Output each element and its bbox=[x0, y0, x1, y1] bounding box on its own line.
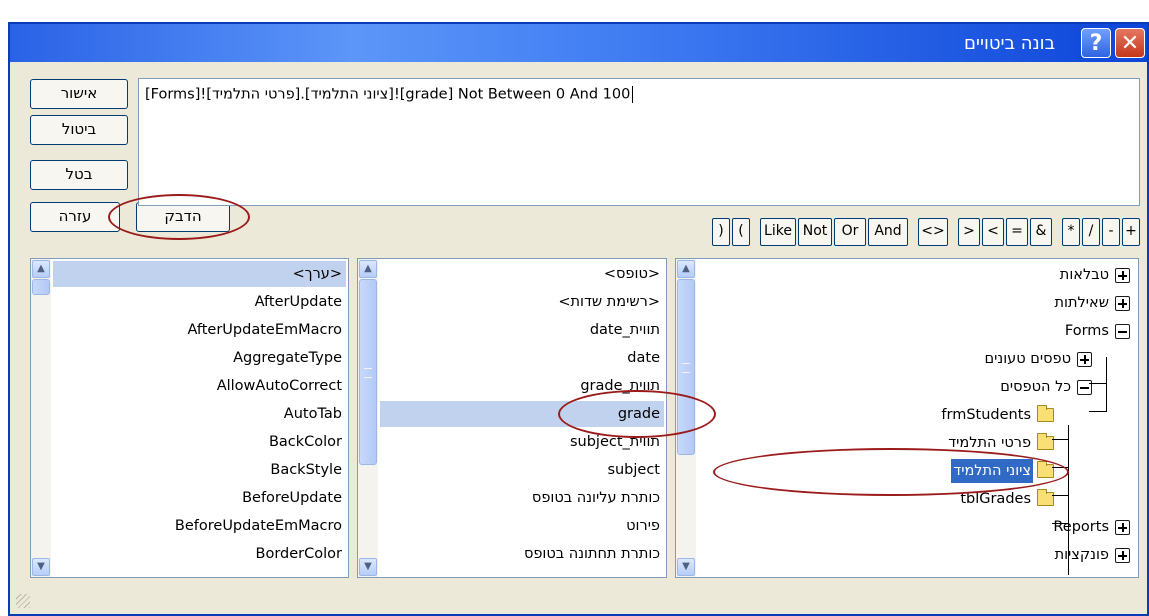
folder-icon bbox=[1037, 405, 1054, 422]
tree-connector-line bbox=[1052, 495, 1069, 496]
collapse-minus-icon[interactable] bbox=[1115, 323, 1130, 339]
operator-button[interactable]: / bbox=[1082, 218, 1100, 246]
tree-connector-line bbox=[1106, 357, 1107, 411]
expand-plus-icon[interactable] bbox=[1115, 295, 1130, 311]
field-list-item[interactable]: תווית_date bbox=[380, 317, 664, 343]
title-bar[interactable]: בונה ביטויים ? ✕ bbox=[10, 24, 1147, 62]
expression-textbox[interactable]: [Forms]![פרטי התלמיד].[ציוני התלמיד]![gr… bbox=[138, 78, 1140, 206]
tree-item[interactable]: פונקציות bbox=[1053, 543, 1130, 567]
operator-button[interactable]: * bbox=[1062, 218, 1080, 246]
collapse-minus-icon[interactable] bbox=[1077, 379, 1092, 395]
expand-plus-icon[interactable] bbox=[1115, 267, 1130, 283]
scroll-down-icon[interactable]: ▼ bbox=[32, 558, 50, 576]
window-title: בונה ביטויים bbox=[963, 33, 1055, 54]
properties-list[interactable]: ▲ ▼ <ערך> AfterUpdate AfterUpdateEmMacro Ag… bbox=[30, 258, 349, 578]
tree-item-label: שאילתות bbox=[1054, 295, 1109, 311]
properties-scrollbar[interactable]: ▲ ▼ bbox=[31, 259, 51, 577]
property-list-item[interactable]: <ערך> bbox=[53, 261, 346, 287]
tree-connector-line bbox=[1089, 383, 1107, 384]
close-icon[interactable]: ✕ bbox=[1115, 28, 1145, 58]
field-list-item[interactable]: כותרת תחתונה בטופס bbox=[380, 541, 664, 567]
operator-button[interactable]: Like bbox=[760, 218, 796, 246]
expression-text: [Forms]![פרטי התלמיד].[ציוני התלמיד]![gr… bbox=[145, 86, 634, 103]
tree-item[interactable]: כל הטפסים bbox=[998, 375, 1092, 399]
tree-item[interactable]: שאילתות bbox=[1053, 291, 1130, 315]
operator-button[interactable]: = bbox=[1006, 218, 1028, 246]
tree-item[interactable]: frmStudents bbox=[939, 403, 1054, 427]
scroll-thumb[interactable] bbox=[359, 279, 377, 465]
property-list-item[interactable]: AfterUpdate bbox=[53, 289, 346, 315]
help-icon[interactable]: ? bbox=[1081, 28, 1111, 58]
tree-item-label: טבלאות bbox=[1059, 267, 1109, 283]
help-button[interactable]: עזרה bbox=[30, 202, 120, 232]
scroll-thumb[interactable] bbox=[32, 279, 50, 295]
tree-item-label: Forms bbox=[1064, 323, 1109, 339]
tree-connector-line bbox=[1068, 425, 1069, 575]
property-list-item[interactable]: AllowAutoCorrect bbox=[53, 373, 346, 399]
scroll-up-icon[interactable]: ▲ bbox=[677, 260, 695, 278]
operator-button[interactable]: < bbox=[982, 218, 1004, 246]
field-list-item[interactable]: <טופס> bbox=[380, 261, 664, 287]
property-list-item[interactable]: BackColor bbox=[53, 429, 346, 455]
ok-button[interactable]: אישור bbox=[30, 79, 128, 109]
property-list-item[interactable]: BackStyle bbox=[53, 457, 346, 483]
scroll-up-icon[interactable]: ▲ bbox=[32, 260, 50, 278]
operator-button[interactable]: Not bbox=[798, 218, 832, 246]
scroll-up-icon[interactable]: ▲ bbox=[359, 260, 377, 278]
expand-plus-icon[interactable] bbox=[1077, 351, 1092, 367]
property-list-item[interactable]: AutoTab bbox=[53, 401, 346, 427]
status-bar bbox=[10, 588, 1147, 614]
operator-button[interactable]: ( bbox=[732, 218, 750, 246]
field-list-item[interactable]: פירוט bbox=[380, 513, 664, 539]
tree-connector-line bbox=[1052, 523, 1069, 524]
property-list-item[interactable]: BorderColor bbox=[53, 541, 346, 567]
scroll-down-icon[interactable]: ▼ bbox=[677, 558, 695, 576]
operator-button[interactable]: ) bbox=[712, 218, 730, 246]
operator-button[interactable]: & bbox=[1030, 218, 1052, 246]
field-list-item[interactable]: כותרת עליונה בטופס bbox=[380, 485, 664, 511]
text-caret bbox=[632, 86, 634, 103]
operator-button[interactable]: + bbox=[1122, 218, 1140, 246]
object-tree-list[interactable]: ▲ ▼ טבלאות שאילתות Forms טפסים טעונים כל הטפ… bbox=[675, 258, 1139, 578]
field-list-item[interactable]: <רשימת שדות> bbox=[380, 289, 664, 315]
outer-background-left bbox=[0, 0, 8, 616]
property-list-item[interactable]: AfterUpdateEmMacro bbox=[53, 317, 346, 343]
annotation-circle-student-grades bbox=[713, 448, 1069, 496]
expand-plus-icon[interactable] bbox=[1115, 519, 1130, 535]
field-list-item[interactable]: subject bbox=[380, 457, 664, 483]
operator-button[interactable]: > bbox=[958, 218, 980, 246]
operator-button[interactable]: Or bbox=[834, 218, 866, 246]
field-list-item[interactable]: date bbox=[380, 345, 664, 371]
operator-button[interactable]: And bbox=[868, 218, 908, 246]
expand-plus-icon[interactable] bbox=[1115, 547, 1130, 563]
property-list-item[interactable]: BeforeUpdateEmMacro bbox=[53, 513, 346, 539]
annotation-circle-grade bbox=[558, 390, 716, 438]
resize-grip-icon[interactable] bbox=[16, 594, 30, 608]
tree-connector-line bbox=[1052, 439, 1069, 440]
tree-item[interactable]: Reports bbox=[1051, 515, 1130, 539]
tree-item[interactable]: טפסים טעונים bbox=[983, 347, 1092, 371]
tree-item-label: טפסים טעונים bbox=[984, 351, 1071, 367]
undo-button[interactable]: בטל bbox=[30, 160, 128, 190]
expression-builder-dialog: בונה ביטויים ? ✕ אישור ביטול בטל עזרה הד… bbox=[8, 22, 1149, 616]
tree-item[interactable]: טבלאות bbox=[1058, 263, 1130, 287]
middle-scrollbar[interactable]: ▲ ▼ bbox=[358, 259, 378, 577]
operator-button[interactable]: <> bbox=[918, 218, 948, 246]
scroll-down-icon[interactable]: ▼ bbox=[359, 558, 377, 576]
annotation-circle-paste bbox=[108, 194, 250, 240]
tree-item-label: Reports bbox=[1053, 519, 1109, 535]
outer-background-top bbox=[0, 0, 1149, 22]
tree-item-label: frmStudents bbox=[941, 407, 1031, 423]
tree-item-label: פונקציות bbox=[1054, 547, 1109, 563]
property-list-item[interactable]: BeforeUpdate bbox=[53, 485, 346, 511]
operator-button[interactable]: - bbox=[1102, 218, 1120, 246]
cancel-button[interactable]: ביטול bbox=[30, 115, 128, 145]
property-list-item[interactable]: AggregateType bbox=[53, 345, 346, 371]
tree-item-label: כל הטפסים bbox=[1000, 379, 1071, 395]
tree-item[interactable]: Forms bbox=[1063, 319, 1130, 343]
tree-connector-line bbox=[1089, 411, 1107, 412]
